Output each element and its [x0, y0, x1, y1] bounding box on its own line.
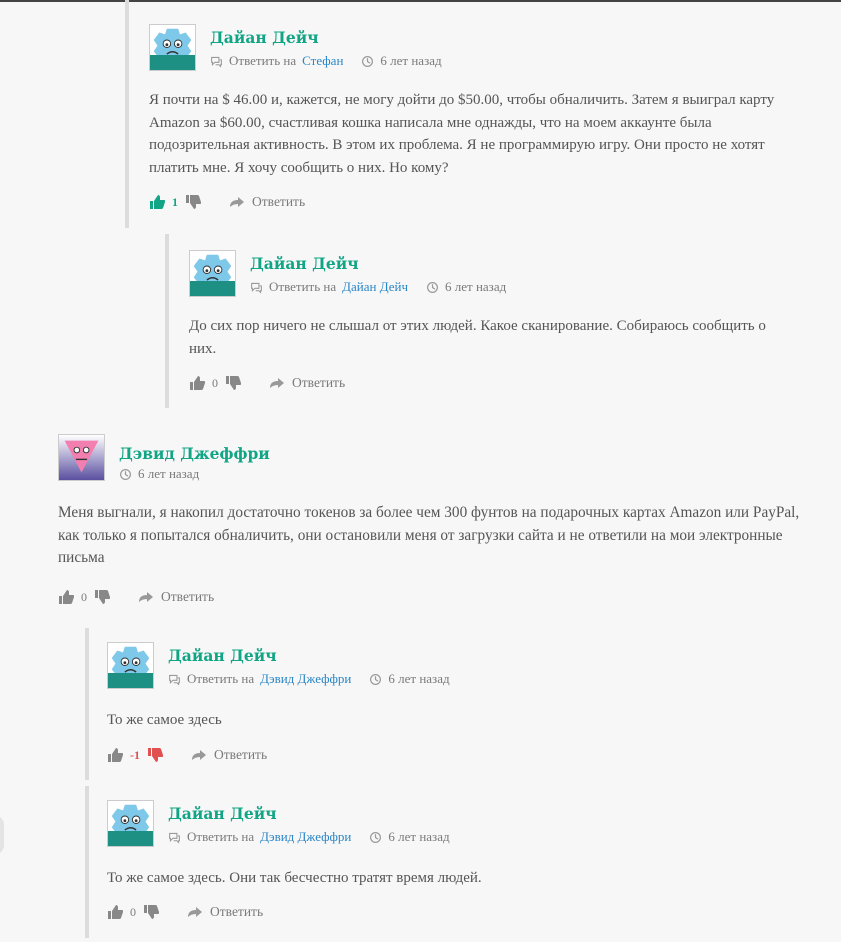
reply-arrow-icon [188, 907, 202, 917]
thumbs-down-icon[interactable] [147, 747, 163, 763]
reply-to-link[interactable]: Дэвид Джеффри [260, 671, 351, 687]
reply-to-label: Ответить на [187, 829, 255, 844]
reply-button[interactable]: Ответить [187, 904, 263, 920]
thumbs-down-icon[interactable] [225, 375, 241, 391]
vote-count: 1 [172, 194, 178, 209]
comment-author[interactable]: Дайан Дейч [168, 804, 450, 824]
avatar[interactable] [58, 434, 105, 481]
reply-to-label: Ответить на [187, 671, 255, 686]
clock-icon [369, 673, 382, 686]
comment-author[interactable]: Дайан Дейч [250, 254, 506, 274]
reply-button[interactable]: Ответить [229, 194, 305, 210]
comment: Дэвид Джеффри 6 лет назад Меня выгнали, … [58, 434, 818, 614]
thumbs-up-icon[interactable] [149, 194, 165, 210]
clock-icon [361, 55, 374, 68]
thumbs-down-icon[interactable] [185, 194, 201, 210]
thumbs-up-icon[interactable] [189, 375, 205, 391]
thumbs-up-icon[interactable] [107, 747, 123, 763]
reply-to-label: Ответить на [269, 279, 337, 294]
gear-face-icon [150, 25, 195, 70]
side-scroll-handle[interactable] [0, 815, 4, 855]
reply-comment-icon [168, 673, 181, 686]
reply-arrow-icon [230, 197, 244, 207]
vote-count: 0 [212, 375, 218, 390]
reply-comment-icon [168, 831, 181, 844]
reply-comment-icon [250, 281, 263, 294]
comment: Дайан Дейч Ответить на Дэвид Джеффри 6 л… [85, 628, 825, 780]
clock-icon [119, 468, 132, 481]
reply-arrow-icon [270, 378, 284, 388]
reply-arrow-icon [192, 750, 206, 760]
gear-face-icon [108, 801, 153, 846]
clock-icon [369, 831, 382, 844]
vote-count: 0 [130, 904, 136, 919]
reply-button[interactable]: Ответить [138, 589, 214, 605]
reply-button[interactable]: Ответить [269, 375, 345, 391]
comment: Дайан Дейч Ответить на Дэвид Джеффри 6 л… [85, 786, 825, 938]
comment-text: Меня выгнали, я накопил достаточно токен… [58, 504, 800, 566]
avatar[interactable] [107, 800, 154, 847]
avatar[interactable] [189, 250, 236, 297]
comment-author[interactable]: Дэвид Джеффри [119, 444, 270, 464]
reply-to-link[interactable]: Дайан Дейч [342, 279, 408, 295]
thumbs-down-icon[interactable] [94, 589, 110, 605]
reply-to-label: Ответить на [229, 53, 297, 68]
comment-time[interactable]: 6 лет назад [445, 279, 506, 295]
clock-icon [426, 281, 439, 294]
thumbs-up-icon[interactable] [107, 904, 123, 920]
thumbs-up-icon[interactable] [58, 589, 74, 605]
comment: Дайан Дейч Ответить на Дайан Дейч 6 лет … [165, 234, 825, 408]
comment-time[interactable]: 6 лет назад [388, 829, 449, 845]
comment-text: До сих пор ничего не слышал от этих люде… [189, 318, 766, 357]
gear-face-icon [108, 643, 153, 688]
thumbs-down-icon[interactable] [143, 904, 159, 920]
comment: Дайан Дейч Ответить на Стефан 6 лет наза… [125, 0, 825, 228]
vote-count: -1 [130, 747, 140, 762]
comment-time[interactable]: 6 лет назад [138, 466, 199, 482]
avatar[interactable] [149, 24, 196, 71]
avatar[interactable] [107, 642, 154, 689]
reply-to-link[interactable]: Стефан [302, 53, 343, 69]
triangle-face-icon [59, 435, 104, 480]
comment-author[interactable]: Дайан Дейч [210, 28, 442, 48]
comment-author[interactable]: Дайан Дейч [168, 646, 450, 666]
reply-arrow-icon [139, 592, 153, 602]
gear-face-icon [190, 251, 235, 296]
comment-time[interactable]: 6 лет назад [388, 671, 449, 687]
comment-text: То же самое здесь [107, 712, 222, 728]
comment-time[interactable]: 6 лет назад [380, 53, 441, 69]
reply-comment-icon [210, 55, 223, 68]
vote-count: 0 [81, 589, 87, 604]
reply-to-link[interactable]: Дэвид Джеффри [260, 829, 351, 845]
comment-text: То же самое здесь. Они так бесчестно тра… [107, 870, 482, 886]
reply-button[interactable]: Ответить [191, 747, 267, 763]
comment-text: Я почти на $ 46.00 и, кажется, не могу д… [149, 92, 775, 176]
